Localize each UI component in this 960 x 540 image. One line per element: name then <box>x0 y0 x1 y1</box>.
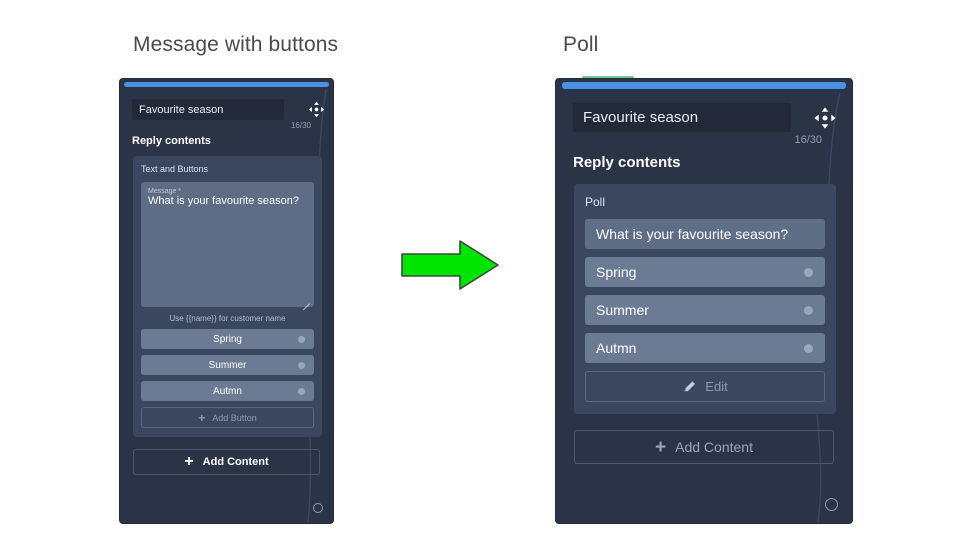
reply-contents-label: Reply contents <box>132 135 211 147</box>
panel-content: Favourite season 16/30 Reply contents Te… <box>120 91 333 523</box>
option-dot-icon[interactable] <box>298 387 305 395</box>
option-dot-icon[interactable] <box>804 305 813 315</box>
option-label: Autmn <box>596 340 637 356</box>
option-dot-icon[interactable] <box>298 361 305 369</box>
add-content-label: Add Content <box>202 456 269 468</box>
reply-title-input[interactable]: Favourite season <box>132 99 284 120</box>
customer-name-hint: Use {{name}} for customer name <box>169 314 286 323</box>
option-label: Summer <box>208 359 247 371</box>
edit-label: Edit <box>705 379 728 394</box>
add-content-button[interactable]: + Add Content <box>574 430 834 464</box>
option-label: Summer <box>596 302 649 318</box>
move-four-arrows-icon[interactable] <box>307 100 326 119</box>
option-label: Spring <box>213 333 242 345</box>
add-button-label: Add Button <box>212 412 257 423</box>
resize-circle-icon[interactable] <box>313 503 323 513</box>
card-title: Text and Buttons <box>141 164 209 174</box>
panel-content: Favourite season 16/30 Reply contents Po… <box>556 91 852 523</box>
plus-icon: + <box>198 410 206 425</box>
card-title: Poll <box>585 195 606 209</box>
poll-question[interactable]: What is your favourite season? <box>585 219 825 249</box>
message-field-value: What is your favourite season? <box>148 195 300 207</box>
option-button-autmn[interactable]: Autmn <box>141 381 314 401</box>
poll-card: Poll What is your favourite season? Spri… <box>574 184 836 414</box>
plus-icon: + <box>184 453 194 470</box>
option-label: Autmn <box>213 385 242 397</box>
option-dot-icon[interactable] <box>804 267 813 277</box>
text-and-buttons-card: Text and Buttons Message * What is your … <box>133 156 322 437</box>
option-dot-icon[interactable] <box>804 343 813 353</box>
accent-stub-right <box>582 76 634 78</box>
option-button-spring[interactable]: Spring <box>141 329 314 349</box>
option-button-autmn[interactable]: Autmn <box>585 333 825 363</box>
plus-icon: + <box>655 436 667 458</box>
poll-panel: Favourite season 16/30 Reply contents Po… <box>556 79 852 523</box>
add-content-button[interactable]: + Add Content <box>133 449 320 475</box>
add-button-button[interactable]: + Add Button <box>141 407 314 428</box>
message-textarea[interactable]: Message * What is your favourite season? <box>141 182 314 311</box>
char-counter: 16/30 <box>290 121 311 130</box>
reply-contents-label: Reply contents <box>573 154 681 171</box>
section-caption-left: Message with buttons <box>133 33 339 56</box>
move-four-arrows-icon[interactable] <box>812 105 838 131</box>
panel-accent-bar <box>562 82 846 89</box>
reply-title-input[interactable]: Favourite season <box>573 103 791 132</box>
pencil-icon <box>682 379 698 395</box>
option-label: Spring <box>596 264 637 280</box>
option-button-summer[interactable]: Summer <box>141 355 314 375</box>
right-arrow-icon <box>401 240 499 290</box>
option-dot-icon[interactable] <box>298 335 305 343</box>
panel-accent-bar <box>124 82 329 87</box>
message-field-label: Message * <box>148 188 182 195</box>
edit-poll-button[interactable]: Edit <box>585 371 825 402</box>
textarea-resize-grip-icon[interactable] <box>302 296 310 311</box>
message-with-buttons-panel: Favourite season 16/30 Reply contents Te… <box>120 79 333 523</box>
option-button-spring[interactable]: Spring <box>585 257 825 287</box>
char-counter: 16/30 <box>794 134 822 146</box>
resize-circle-icon[interactable] <box>825 498 838 511</box>
title-row: Favourite season <box>132 99 326 120</box>
option-button-summer[interactable]: Summer <box>585 295 825 325</box>
section-caption-right: Poll <box>563 33 599 56</box>
add-content-label: Add Content <box>675 439 753 455</box>
title-row: Favourite season <box>573 103 838 132</box>
